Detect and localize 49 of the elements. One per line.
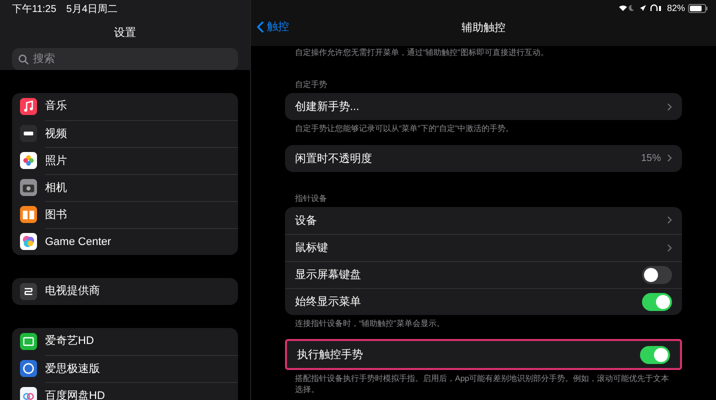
search-icon xyxy=(18,54,29,65)
settings-item[interactable]: 图书 xyxy=(12,201,238,228)
settings-row[interactable]: 显示屏幕键盘 xyxy=(285,260,682,288)
row-label: 执行触控手势 xyxy=(297,348,364,362)
settings-row[interactable]: 闲置时不透明度 15% xyxy=(285,144,682,172)
row-value: 15% xyxy=(640,152,661,164)
chevron-right-icon xyxy=(667,102,672,111)
settings-item[interactable]: 爱奇艺HD xyxy=(12,328,238,355)
status-icons xyxy=(618,4,664,12)
chevron-left-icon xyxy=(257,20,264,32)
settings-row[interactable]: 执行触控手势 xyxy=(285,339,682,370)
section-footer: 自定操作允许您无需打开菜单，通过“辅助触控”图标即可直接进行互动。 xyxy=(285,46,682,58)
status-date: 5月4日周二 xyxy=(66,3,118,16)
settings-item[interactable]: 音乐 xyxy=(12,93,238,120)
settings-row[interactable]: 鼠标键 xyxy=(285,234,682,261)
settings-item[interactable]: 照片 xyxy=(12,147,238,174)
section-footer: 搭配指针设备执行手势时模拟手指。启用后，App可能有差别地识别部分手势。例如，滚动可能优先于文本选择。 xyxy=(285,370,682,395)
settings-row[interactable]: 创建新手势... xyxy=(285,93,682,120)
settings-item[interactable]: 百度网盘HD xyxy=(12,382,238,400)
section-header: 自定手势 xyxy=(294,79,328,92)
toggle-switch[interactable] xyxy=(642,292,672,311)
row-label: 闲置时不透明度 xyxy=(295,152,373,166)
back-button[interactable]: 触控 xyxy=(257,19,289,34)
settings-row[interactable]: 设备 xyxy=(285,206,682,234)
chevron-right-icon xyxy=(667,244,672,252)
settings-item[interactable]: Game Center xyxy=(12,228,238,255)
row-label: 始终显示菜单 xyxy=(295,295,362,310)
toggle-switch[interactable] xyxy=(642,266,672,284)
row-label: 设备 xyxy=(295,214,318,228)
section-footer: 连接指针设备时，“辅助触控”菜单会显示。 xyxy=(285,314,682,330)
page-title: 辅助触控 xyxy=(462,20,506,34)
row-label: 显示屏幕键盘 xyxy=(295,268,362,282)
settings-row[interactable]: 始终显示菜单 xyxy=(285,288,682,315)
section-footer: 自定手势让您能够记录可以从“菜单”下的“自定”中激活的手势。 xyxy=(285,120,682,135)
section-header: 指针设备 xyxy=(294,192,328,205)
settings-item[interactable]: 电视提供商 xyxy=(12,278,238,305)
search-field[interactable]: 搜索 xyxy=(12,48,238,70)
battery-icon xyxy=(688,4,708,12)
toggle-switch[interactable] xyxy=(640,346,670,364)
row-label: 鼠标键 xyxy=(295,241,329,256)
status-time: 下午11:25 xyxy=(12,3,56,16)
sidebar-title: 设置 xyxy=(113,26,137,40)
row-label: 创建新手势... xyxy=(295,100,360,114)
chevron-right-icon xyxy=(667,216,672,224)
battery-percent: 82% xyxy=(666,3,685,13)
settings-item[interactable]: 相机 xyxy=(12,174,238,201)
settings-item[interactable]: 视频 xyxy=(12,120,238,147)
settings-item[interactable]: 爱思极速版 xyxy=(12,355,238,382)
chevron-right-icon xyxy=(667,154,672,162)
